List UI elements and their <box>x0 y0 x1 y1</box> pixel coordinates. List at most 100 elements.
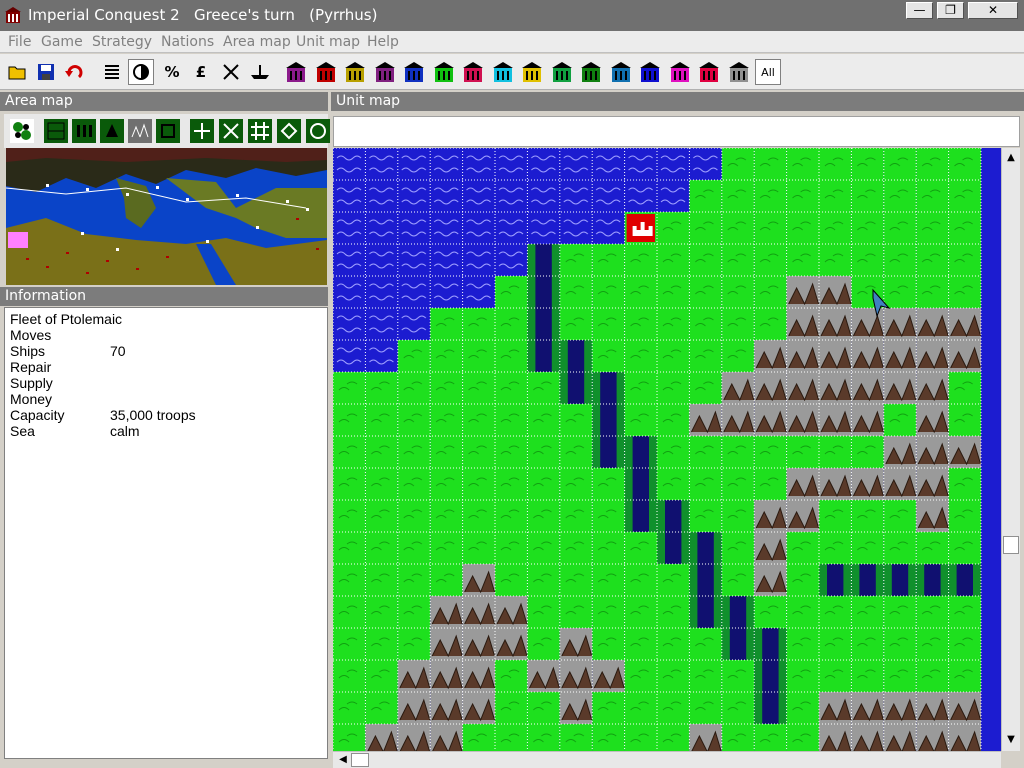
vertical-scroll-thumb[interactable] <box>1003 536 1019 554</box>
menu-game[interactable]: Game <box>41 34 83 50</box>
nation-button-8[interactable] <box>490 59 516 85</box>
nation-button-16[interactable] <box>726 59 752 85</box>
minimize-button[interactable]: — <box>906 2 933 19</box>
grass-texture <box>754 436 787 468</box>
info-label-repair: Repair <box>10 359 52 375</box>
area-map-toolbar <box>4 114 330 148</box>
grass-texture <box>754 244 787 276</box>
scroll-down-icon[interactable]: ▼ <box>1003 732 1019 748</box>
hash-button[interactable] <box>248 119 272 143</box>
grass-texture <box>462 532 495 564</box>
save-button[interactable] <box>33 59 59 85</box>
temple-icon <box>522 62 542 82</box>
diamond-button[interactable] <box>277 119 301 143</box>
nation-button-14[interactable] <box>667 59 693 85</box>
percent-button[interactable]: % <box>159 59 185 85</box>
scroll-up-icon[interactable]: ▲ <box>1003 150 1019 166</box>
undo-button[interactable] <box>62 59 88 85</box>
grass-texture <box>851 500 884 532</box>
river-water <box>632 468 649 500</box>
main-toolbar: % £ All <box>0 54 1024 90</box>
nation-button-10[interactable] <box>549 59 575 85</box>
grass-texture <box>365 500 398 532</box>
grass-texture <box>592 692 625 724</box>
river-water <box>600 372 617 404</box>
nation-button-12[interactable] <box>608 59 634 85</box>
city-grid-button[interactable] <box>72 119 96 143</box>
wave-texture <box>365 308 398 340</box>
info-value-sea: calm <box>110 423 140 439</box>
grass-texture <box>592 276 625 308</box>
grass-texture <box>883 500 917 532</box>
maximize-button[interactable]: ❐ <box>937 2 964 19</box>
wave-texture <box>559 148 593 180</box>
maximize-icon: ❐ <box>945 3 956 17</box>
battle-button[interactable] <box>218 59 244 85</box>
circle-button[interactable] <box>306 119 330 143</box>
nation-button-5[interactable] <box>401 59 427 85</box>
river-water <box>632 500 649 532</box>
forest-grid-button[interactable] <box>128 119 152 143</box>
nation-button-9[interactable] <box>519 59 545 85</box>
unit-grid-button[interactable] <box>100 119 124 143</box>
menu-strategy[interactable]: Strategy <box>92 34 152 50</box>
list-button[interactable] <box>99 59 125 85</box>
grass-texture <box>559 500 593 532</box>
pound-button[interactable]: £ <box>188 59 214 85</box>
scroll-left-icon[interactable]: ◀ <box>335 752 351 768</box>
vertical-scrollbar[interactable]: ▲ ▼ <box>1001 148 1020 751</box>
wave-texture <box>333 180 366 212</box>
ship-button[interactable] <box>247 59 273 85</box>
nation-button-1[interactable] <box>283 59 309 85</box>
grass-texture <box>397 340 431 372</box>
grass-texture <box>689 468 722 500</box>
area-minimap[interactable] <box>6 148 327 285</box>
nation-button-6[interactable] <box>431 59 457 85</box>
grass-texture <box>624 372 657 404</box>
terrain-grid-button[interactable] <box>44 119 68 143</box>
nation-button-13[interactable] <box>637 59 663 85</box>
menu-file[interactable]: File <box>8 34 31 50</box>
nation-button-11[interactable] <box>578 59 604 85</box>
circle-icon <box>306 119 330 143</box>
nation-button-7[interactable] <box>460 59 486 85</box>
nation-view-button[interactable] <box>10 119 34 143</box>
unit-map-viewport[interactable] <box>333 148 1001 751</box>
grass-texture <box>948 180 981 212</box>
grass-texture <box>592 532 625 564</box>
information-panel: Fleet of Ptolemaic Moves Ships 70 Repair… <box>4 307 328 759</box>
contrast-button[interactable] <box>128 59 154 85</box>
wave-texture <box>333 340 366 372</box>
nation-button-4[interactable] <box>372 59 398 85</box>
resource-grid-button[interactable] <box>156 119 180 143</box>
cross-button[interactable] <box>219 119 243 143</box>
menu-unit-map[interactable]: Unit map <box>296 34 360 50</box>
grass-texture <box>883 212 917 244</box>
grass-texture <box>397 436 431 468</box>
grass-texture <box>559 308 593 340</box>
grass-texture <box>624 596 657 628</box>
nation-button-3[interactable] <box>342 59 368 85</box>
horizontal-scrollbar[interactable]: ◀ <box>333 751 1001 768</box>
nation-button-15[interactable] <box>696 59 722 85</box>
wave-texture <box>495 148 528 180</box>
wave-texture <box>430 180 463 212</box>
area-map-header: Area map <box>0 92 328 111</box>
menu-area-map[interactable]: Area map <box>223 34 291 50</box>
grass-texture <box>851 628 884 660</box>
all-nations-button[interactable]: All <box>755 59 781 85</box>
wave-texture <box>430 244 463 276</box>
open-button[interactable] <box>5 59 31 85</box>
close-button[interactable]: ✕ <box>968 2 1018 19</box>
grass-texture <box>559 404 593 436</box>
plus-button[interactable] <box>190 119 214 143</box>
menu-help[interactable]: Help <box>367 34 399 50</box>
unit-grid-icon <box>100 119 124 143</box>
menu-nations[interactable]: Nations <box>161 34 214 50</box>
nation-button-2[interactable] <box>313 59 339 85</box>
horizontal-scroll-thumb[interactable] <box>351 753 369 767</box>
wave-texture <box>397 276 431 308</box>
wave-texture <box>495 180 528 212</box>
river-water <box>729 596 747 628</box>
unit-map-grid[interactable] <box>333 148 1001 751</box>
